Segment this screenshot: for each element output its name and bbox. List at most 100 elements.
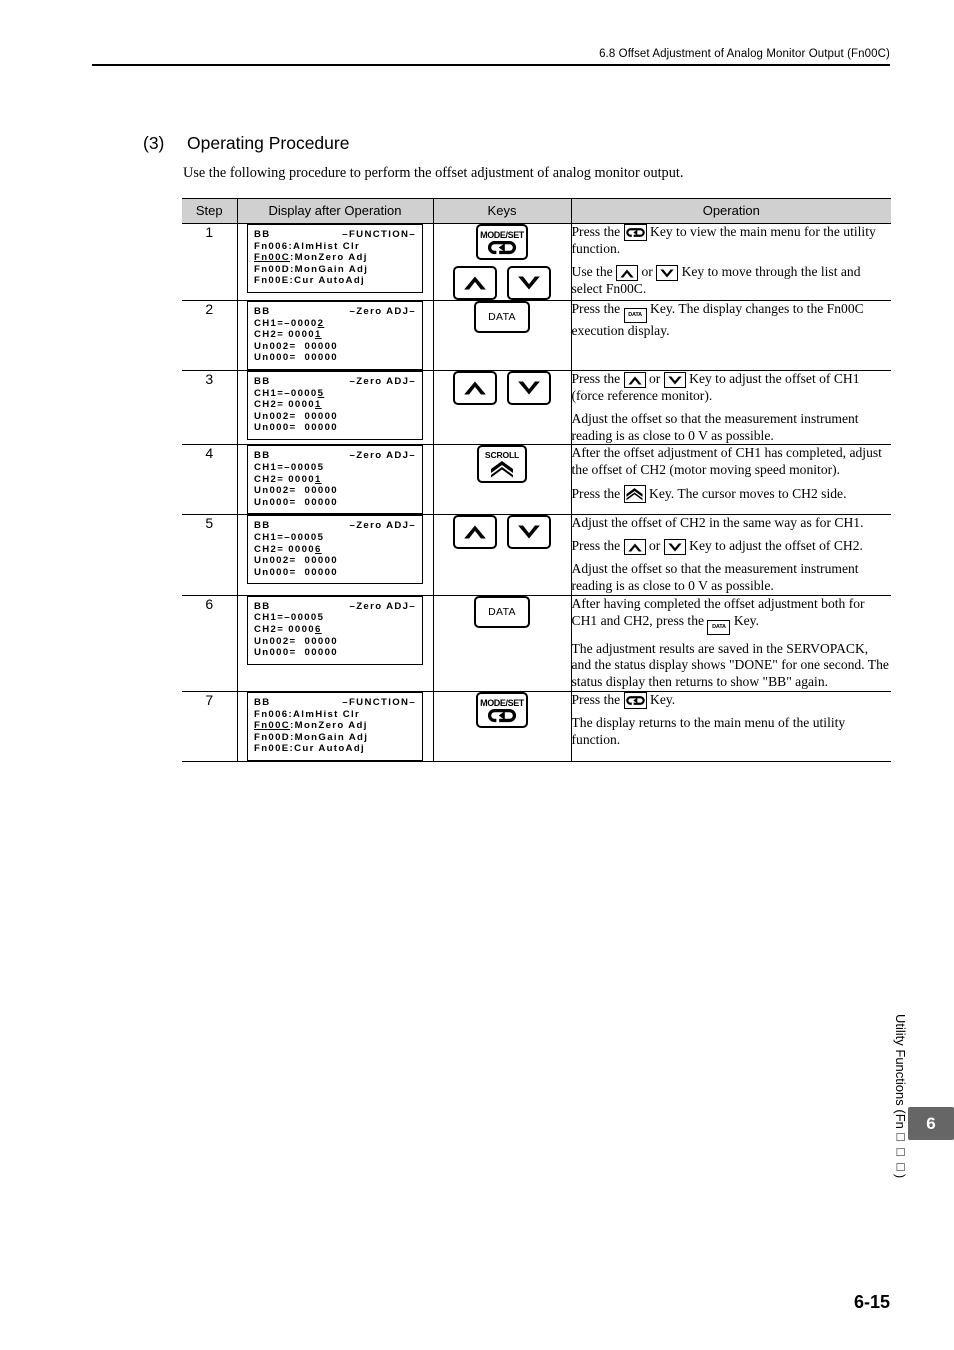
display-cursor-ch2: 6	[314, 623, 322, 635]
display-after-operation-cell: BB –FUNCTION– Fn006:AlmHist Clr Fn00C:MonZe…	[236, 223, 433, 301]
display-line-un002: Un002= 00000	[254, 340, 338, 352]
operator-display-panel: BB –FUNCTION– Fn006:AlmHist Clr Fn00C:MonZe…	[247, 224, 423, 293]
operating-procedure-table: Step Display after Operation Keys Operat…	[182, 198, 891, 762]
page-number: 6-15	[853, 1292, 890, 1312]
down-arrow-key[interactable]	[507, 266, 551, 300]
display-line-5: Fn00E:Cur AutoAdj	[254, 275, 366, 287]
table-row: 5 BB –Zero ADJ– CH1=–00005 CH2= 00006 Un002= …	[182, 514, 891, 596]
down-arrow-key[interactable]	[507, 515, 551, 550]
data-key[interactable]: DATA	[474, 595, 530, 628]
display-line-un000: Un000= 00000	[254, 352, 338, 364]
data-key-label: DATA	[488, 605, 516, 618]
mode-set-key[interactable]: MODE/SET	[476, 691, 528, 728]
chevron-down-icon	[516, 274, 542, 292]
operator-display-panel: BB –Zero ADJ– CH1=–00005 CH2= 00006 Un002= 0…	[247, 515, 423, 585]
key-stack	[434, 370, 571, 405]
display-line-un002: Un002= 00000	[254, 555, 338, 567]
key-stack: MODE/SET	[434, 224, 571, 300]
display-line-ch1: CH1=–00002	[254, 317, 325, 329]
inline-scroll-key[interactable]	[623, 484, 646, 503]
display-line-status: BB –Zero ADJ–	[254, 450, 416, 462]
display-line-un000: Un000= 00000	[254, 422, 338, 434]
display-title: –FUNCTION–	[342, 696, 416, 708]
operation-paragraph: Press the Key to view the main menu for …	[571, 224, 876, 256]
inline-down-arrow-key[interactable]	[663, 371, 686, 388]
operation-paragraph: The display returns to the main menu of …	[571, 714, 846, 747]
table-header-row: Step Display after Operation Keys Operat…	[182, 198, 891, 224]
mode-set-key[interactable]: MODE/SET	[476, 224, 528, 260]
operation-paragraph: Press the Key. The cursor moves to CH2 s…	[571, 484, 847, 503]
step-number: 3	[182, 369, 237, 446]
header-rule	[92, 64, 890, 66]
display-line-ch2: CH2= 00001	[254, 473, 322, 485]
inline-data-key[interactable]: DATA	[623, 308, 647, 323]
operation-paragraph: Adjust the offset of CH2 in the same way…	[571, 515, 864, 531]
display-line-ch2: CH2= 00001	[254, 329, 322, 341]
display-after-operation-cell: BB –Zero ADJ– CH1=–00005 CH2= 00006 Un002= 0…	[236, 594, 433, 692]
key-stack: DATA	[434, 595, 571, 628]
inline-up-arrow-key[interactable]	[616, 264, 639, 281]
mode-loop-icon	[485, 240, 519, 255]
step-number: 1	[182, 223, 237, 301]
inline-up-arrow-key[interactable]	[623, 371, 646, 388]
display-after-operation-cell: BB –Zero ADJ– CH1=–00005 CH2= 00001 Un002= 0…	[236, 444, 433, 516]
inline-down-arrow-key[interactable]	[663, 539, 686, 556]
chevron-up-icon	[462, 379, 488, 397]
display-line-2: Fn006:AlmHist Clr	[254, 240, 361, 252]
table-row: 2 BB –Zero ADJ– CH1=–00002 CH2= 00001 Un002= …	[182, 300, 891, 371]
key-stack	[434, 515, 571, 550]
display-line-3-selected: Fn00C:MonZero Adj	[254, 720, 368, 732]
operation-cell: Press the Key. The display returns to the…	[570, 690, 891, 762]
operation-cell: After the offset adjustment of CH1 has c…	[570, 444, 891, 516]
up-arrow-key[interactable]	[453, 370, 497, 405]
display-title: –Zero ADJ–	[349, 520, 416, 532]
table-row: 3 BB –Zero ADJ– CH1=–00005 CH2= 00001 Un002= …	[182, 369, 891, 446]
display-cursor-ch2: 1	[314, 399, 322, 411]
table-body: 1 BB –FUNCTION– Fn006:AlmHist Clr Fn00C:MonZ…	[182, 223, 891, 762]
column-header-display: Display after Operation	[236, 198, 433, 224]
scroll-key[interactable]: SCROLL	[477, 445, 527, 484]
display-cursor-ch1: 2	[317, 317, 325, 329]
operation-paragraph: The adjustment results are saved in the …	[571, 640, 889, 690]
inline-up-arrow-key[interactable]	[623, 539, 646, 556]
scroll-key-label: SCROLL	[484, 450, 520, 461]
operation-cell: After having completed the offset adjust…	[570, 594, 891, 692]
keys-cell: DATA	[432, 594, 571, 692]
display-line-status: BB –Zero ADJ–	[254, 600, 416, 612]
operator-display-panel: BB –Zero ADJ– CH1=–00005 CH2= 00001 Un002= 0…	[247, 370, 423, 440]
display-after-operation-cell: BB –Zero ADJ– CH1=–00005 CH2= 00001 Un002= 0…	[236, 369, 433, 446]
operation-paragraph: After the offset adjustment of CH1 has c…	[571, 445, 882, 478]
section-number: (3)	[143, 133, 165, 153]
data-key-label: DATA	[488, 311, 516, 323]
display-title: –Zero ADJ–	[349, 306, 416, 317]
operator-display-panel: BB –FUNCTION– Fn006:AlmHist Clr Fn00C:MonZe…	[247, 691, 423, 761]
down-arrow-key[interactable]	[507, 370, 551, 405]
table-row: 6 BB –Zero ADJ– CH1=–00005 CH2= 00006 Un002= …	[182, 594, 891, 692]
inline-mode-set-key[interactable]	[623, 224, 647, 241]
mode-loop-icon	[485, 708, 519, 723]
operation-cell: Adjust the offset of CH2 in the same way…	[570, 514, 891, 596]
keys-cell	[432, 369, 571, 446]
operation-cell: Press the or Key to adjust the offset of…	[570, 369, 891, 446]
display-line-un000: Un000= 00000	[254, 647, 338, 659]
key-row: DATA	[474, 595, 530, 628]
display-line-4: Fn00D:MonGain Adj	[254, 263, 369, 275]
chevron-down-icon	[516, 523, 542, 541]
display-cursor-ch2: 1	[314, 473, 322, 485]
display-line-ch1: CH1=–00005	[254, 531, 325, 543]
inline-down-arrow-key[interactable]	[656, 264, 679, 281]
display-line-status: BB –Zero ADJ–	[254, 375, 416, 387]
operation-cell: Press the Key to view the main menu for …	[570, 223, 891, 301]
operation-paragraph: Press the or Key to adjust the offset of…	[571, 538, 863, 556]
display-line-ch2: CH2= 00006	[254, 543, 322, 555]
inline-mode-set-key[interactable]	[623, 691, 647, 709]
table-row: 7 BB –FUNCTION– Fn006:AlmHist Clr Fn00C:MonZ…	[182, 690, 891, 762]
up-arrow-key[interactable]	[453, 515, 497, 550]
up-arrow-key[interactable]	[453, 266, 497, 300]
display-line-5: Fn00E:Cur AutoAdj	[254, 743, 366, 755]
data-key[interactable]: DATA	[474, 301, 530, 333]
display-line-un000: Un000= 00000	[254, 566, 338, 578]
key-row: SCROLL	[477, 445, 527, 484]
step-number: 6	[182, 594, 237, 692]
inline-data-key[interactable]: DATA	[707, 619, 731, 635]
